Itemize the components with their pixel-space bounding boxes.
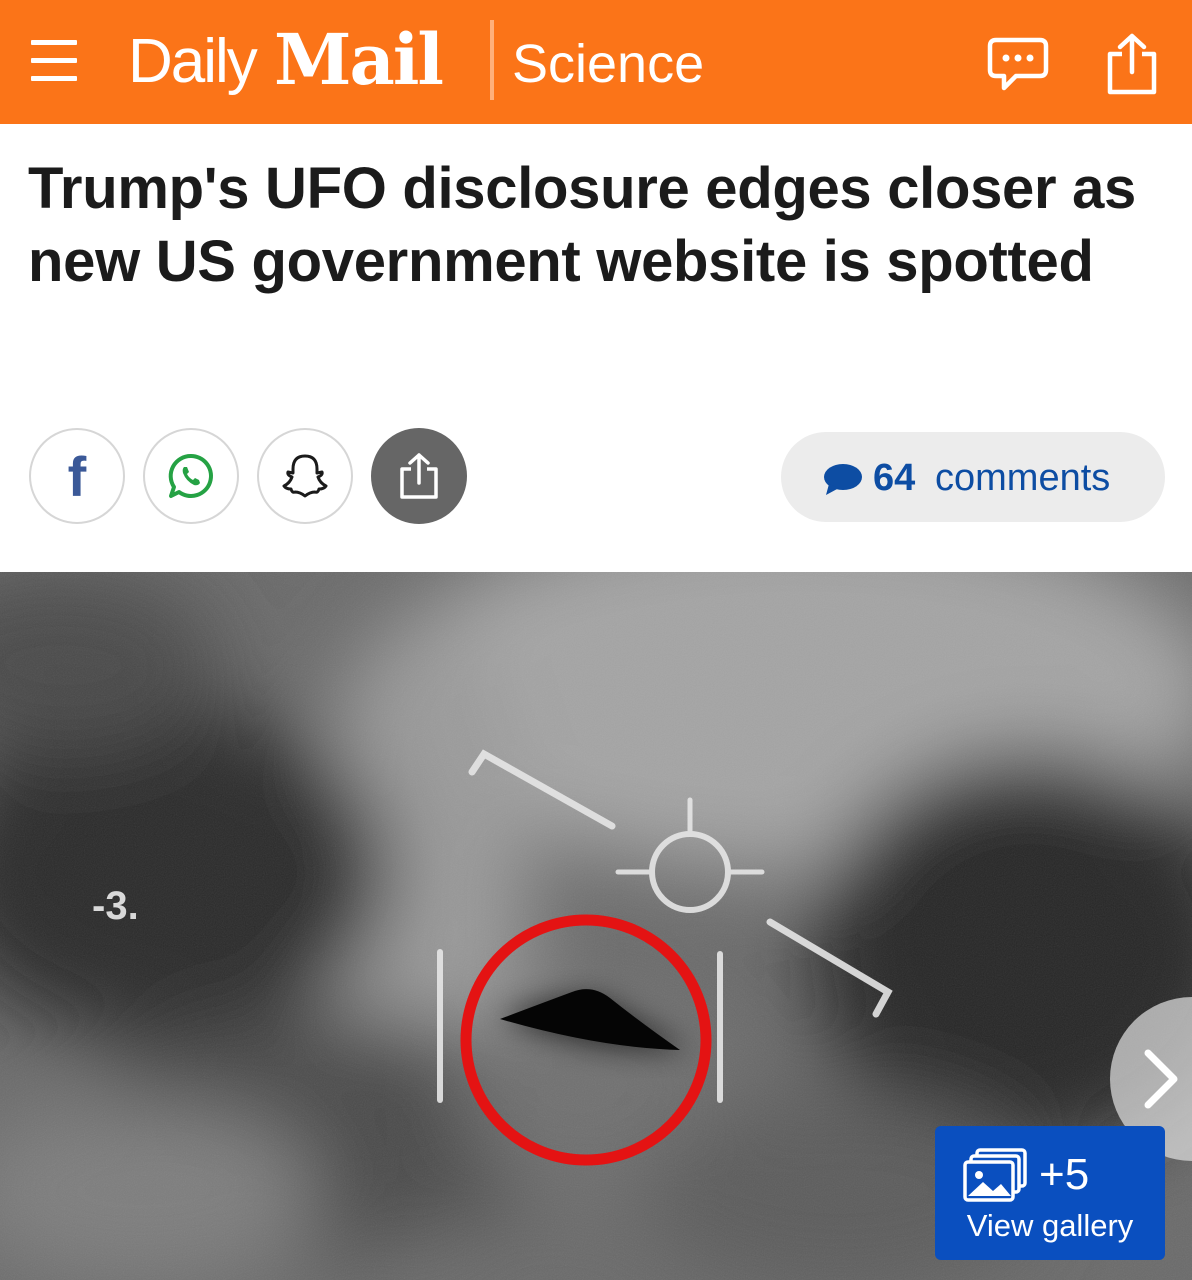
top-bar: Daily Mail Science [0, 0, 1192, 124]
snapchat-share-button[interactable] [257, 428, 353, 524]
snapchat-icon [282, 454, 328, 498]
share-icon [400, 453, 438, 499]
facebook-icon: f [67, 445, 87, 508]
header-divider [490, 20, 494, 100]
chevron-right-icon [1144, 1049, 1178, 1109]
logo-daily: Daily [128, 27, 258, 96]
logo-mail: Mail [274, 18, 444, 101]
comments-button[interactable]: 64 comments [781, 432, 1165, 522]
comments-label: comments [935, 457, 1111, 499]
share-icon[interactable] [1100, 32, 1164, 96]
gallery-icon [963, 1148, 1027, 1202]
comment-bubble-icon [824, 464, 862, 495]
gallery-count: +5 [1039, 1150, 1090, 1199]
whatsapp-icon [168, 453, 213, 498]
whatsapp-share-button[interactable] [143, 428, 239, 524]
comment-bubble-icon[interactable] [986, 32, 1050, 96]
more-share-button[interactable] [371, 428, 467, 524]
menu-icon[interactable] [28, 36, 80, 88]
facebook-share-button[interactable]: f [29, 428, 125, 524]
view-gallery-button[interactable]: +5 View gallery [935, 1126, 1165, 1260]
hero-image[interactable]: -3. +5 View gallery [0, 572, 1192, 1280]
hud-readout: -3. [92, 884, 139, 928]
gallery-label: View gallery [966, 1208, 1134, 1243]
article-headline: Trump's UFO disclosure edges closer as n… [28, 156, 1137, 294]
section-title[interactable]: Science [512, 33, 704, 95]
comments-count: 64 [873, 457, 916, 499]
